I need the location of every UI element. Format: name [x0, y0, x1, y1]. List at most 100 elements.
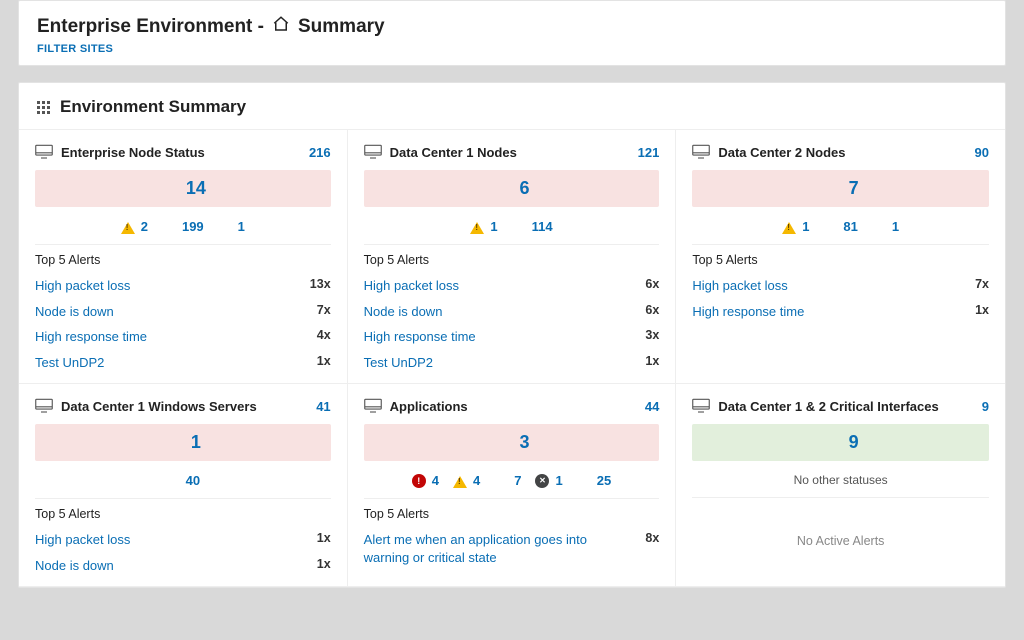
alert-row: Node is down6x — [364, 299, 660, 325]
primary-status[interactable]: 7 — [692, 170, 989, 207]
status-pair[interactable]: 40 — [166, 473, 200, 488]
tri-icon — [121, 220, 135, 234]
status-pair[interactable]: 1 — [470, 219, 497, 234]
status-count: 25 — [597, 473, 611, 488]
primary-status[interactable]: 6 — [364, 170, 660, 207]
alert-name[interactable]: Alert me when an application goes into w… — [364, 531, 618, 566]
section-title: Environment Summary — [60, 97, 246, 117]
tiles-grid: Enterprise Node Status2161421991Top 5 Al… — [19, 130, 1005, 587]
drag-handle-icon[interactable] — [37, 101, 50, 114]
alert-name[interactable]: High packet loss — [35, 531, 130, 549]
alert-name[interactable]: High response time — [364, 328, 476, 346]
alerts-title: Top 5 Alerts — [692, 253, 989, 267]
alert-row: Test UnDP2 1x — [35, 350, 331, 376]
primary-status-count: 1 — [191, 432, 201, 453]
alert-count: 8x — [645, 531, 659, 545]
page-title: Enterprise Environment - Summary — [37, 15, 987, 39]
oct-icon — [493, 434, 511, 452]
alert-count: 4x — [317, 328, 331, 342]
alert-name[interactable]: Test UnDP2 — [35, 354, 104, 372]
status-count: 40 — [186, 473, 200, 488]
alert-name[interactable]: Node is down — [364, 303, 443, 321]
tile-total[interactable]: 41 — [316, 399, 330, 414]
status-count: 1 — [892, 219, 899, 234]
tile: Data Center 2 Nodes 90 7 1 81 1 Top 5 Alerts Hi… — [676, 130, 1005, 384]
status-pair[interactable]: 199 — [162, 219, 204, 234]
primary-status[interactable]: 3 — [364, 424, 660, 461]
tile-title: Data Center 1 Windows Servers — [61, 399, 257, 414]
tri-icon — [470, 220, 484, 234]
tile: Applications443447125Top 5 AlertsAlert m… — [348, 384, 677, 587]
status-count: 199 — [182, 219, 204, 234]
alert-name[interactable]: Node is down — [35, 557, 114, 575]
tile-title: Enterprise Node Status — [61, 145, 205, 160]
monitor-icon — [364, 144, 382, 160]
status-row: 1 114 — [364, 215, 660, 245]
alert-count: 1x — [975, 303, 989, 317]
status-pair[interactable]: 1 — [218, 219, 245, 234]
status-pair[interactable]: 2 — [121, 219, 148, 234]
alert-count: 1x — [317, 531, 331, 545]
status-count: 1 — [238, 219, 245, 234]
monitor-icon — [692, 398, 710, 414]
tile-total[interactable]: 90 — [975, 145, 989, 160]
alert-row: High response time 1x — [692, 299, 989, 325]
primary-status[interactable]: 9 — [692, 424, 989, 461]
status-pair[interactable]: 1 — [535, 473, 562, 488]
filter-sites-link[interactable]: FILTER SITES — [37, 43, 987, 55]
tile-title: Data Center 1 Nodes — [390, 145, 517, 160]
oct-icon — [493, 180, 511, 198]
circ-g-icon — [577, 474, 591, 488]
alert-row: Alert me when an application goes into w… — [364, 527, 660, 570]
alert-count: 1x — [317, 354, 331, 368]
oct-icon — [160, 180, 178, 198]
alert-row: High packet loss 13x — [35, 273, 331, 299]
tile: Enterprise Node Status2161421991Top 5 Al… — [19, 130, 348, 384]
tile-total[interactable]: 9 — [982, 399, 989, 414]
primary-status-count: 9 — [849, 432, 859, 453]
status-pair[interactable]: 1 — [782, 219, 809, 234]
circ-g-icon — [162, 220, 176, 234]
alert-count: 3x — [645, 328, 659, 342]
alert-name[interactable]: High packet loss — [364, 277, 459, 295]
status-pair[interactable]: 81 — [823, 219, 857, 234]
tri-icon — [453, 474, 467, 488]
primary-status[interactable]: 14 — [35, 170, 331, 207]
status-pair[interactable]: 4 — [453, 473, 480, 488]
circ-red-icon — [412, 474, 426, 488]
monitor-icon — [692, 144, 710, 160]
status-count: 1 — [555, 473, 562, 488]
alert-count: 1x — [645, 354, 659, 368]
tile-total[interactable]: 44 — [645, 399, 659, 414]
alert-name[interactable]: High packet loss — [692, 277, 787, 295]
tile-title: Data Center 2 Nodes — [718, 145, 845, 160]
primary-status[interactable]: 1 — [35, 424, 331, 461]
alert-row: Node is down1x — [35, 553, 331, 579]
alert-count: 7x — [317, 303, 331, 317]
tri-icon — [782, 220, 796, 234]
tile-title: Data Center 1 & 2 Critical Interfaces — [718, 399, 938, 414]
status-pair[interactable]: 4 — [412, 473, 439, 488]
status-count: 4 — [473, 473, 480, 488]
status-pair[interactable]: 7 — [494, 473, 521, 488]
alert-name[interactable]: High packet loss — [35, 277, 130, 295]
circ-g-icon — [823, 220, 837, 234]
status-pair[interactable]: 1 — [872, 219, 899, 234]
alert-name[interactable]: High response time — [692, 303, 804, 321]
tile-total[interactable]: 121 — [638, 145, 660, 160]
alert-row: High packet loss 1x — [35, 527, 331, 553]
status-pair[interactable]: 114 — [512, 219, 553, 234]
alert-name[interactable]: Test UnDP2 — [364, 354, 433, 372]
alert-count: 13x — [310, 277, 331, 291]
page-title-b: Summary — [298, 16, 385, 38]
status-count: 1 — [490, 219, 497, 234]
alert-row: High response time 4x — [35, 324, 331, 350]
tile-total[interactable]: 216 — [309, 145, 331, 160]
circ-g-icon — [166, 474, 180, 488]
status-pair[interactable]: 25 — [577, 473, 611, 488]
alert-name[interactable]: Node is down — [35, 303, 114, 321]
alert-count: 7x — [975, 277, 989, 291]
alerts-title: Top 5 Alerts — [364, 507, 660, 521]
status-row: 2 199 1 — [35, 215, 331, 245]
alert-name[interactable]: High response time — [35, 328, 147, 346]
